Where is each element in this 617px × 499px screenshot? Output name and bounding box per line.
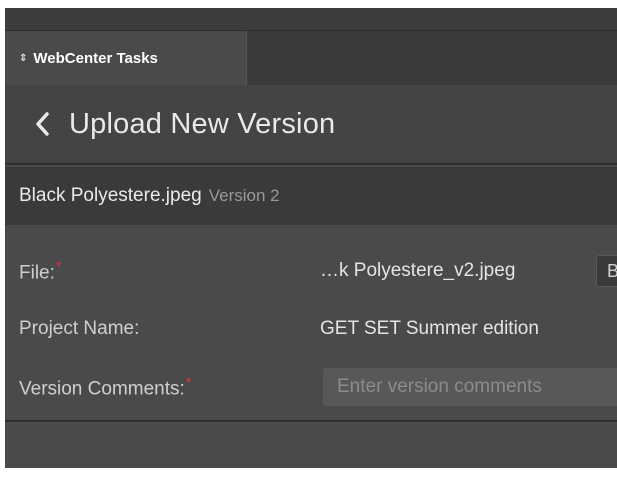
version-comments-label: Version Comments:*	[19, 373, 192, 400]
tab-strip: ⇕ WebCenter Tasks	[5, 31, 617, 85]
document-version: Version 2	[208, 186, 280, 205]
page-title: Upload New Version	[69, 107, 336, 140]
page-header: Upload New Version	[5, 85, 617, 165]
required-marker: *	[185, 373, 192, 390]
footer-area	[5, 422, 617, 468]
chevron-left-icon	[35, 112, 49, 136]
document-info-bar: Black Polyestere.jpeg Version 2	[5, 167, 617, 225]
required-marker: *	[55, 257, 62, 274]
document-filename: Black Polyestere.jpeg	[19, 185, 202, 206]
project-name-label: Project Name:	[19, 318, 140, 339]
upload-form: File:* …k Polyestere_v2.jpeg B Project N…	[5, 225, 617, 420]
file-row: File:* …k Polyestere_v2.jpeg B	[5, 251, 617, 291]
version-comments-input[interactable]	[323, 368, 617, 406]
tab-webcenter-tasks[interactable]: ⇕ WebCenter Tasks	[5, 31, 247, 85]
comments-row: Version Comments:*	[5, 367, 617, 407]
project-name-value: GET SET Summer edition	[320, 318, 539, 339]
tab-label: WebCenter Tasks	[33, 49, 158, 67]
window-titlebar	[5, 8, 617, 31]
file-value: …k Polyestere_v2.jpeg	[320, 260, 516, 281]
project-row: Project Name: GET SET Summer edition	[5, 309, 617, 349]
back-button[interactable]: Upload New Version	[35, 108, 335, 141]
app-window: ⇕ WebCenter Tasks Upload New Version Bla…	[5, 8, 617, 468]
browse-button[interactable]: B	[596, 255, 617, 287]
file-label: File:*	[19, 257, 62, 284]
sort-arrows-icon: ⇕	[19, 52, 28, 64]
